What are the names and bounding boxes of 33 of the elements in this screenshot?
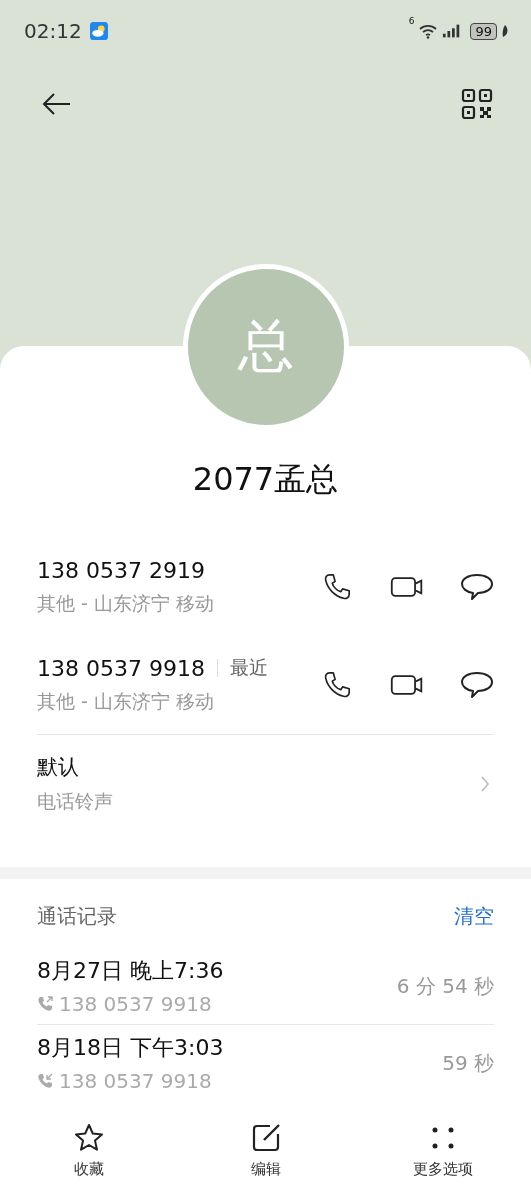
message-icon[interactable] [460, 572, 494, 602]
ringtone-label: 电话铃声 [37, 789, 113, 814]
toolbar-button[interactable]: 更多选项 [354, 1116, 531, 1200]
phone-number[interactable]: 138 0537 2919 [37, 557, 205, 583]
call-date: 8月27日 晚上7:36 [37, 957, 224, 985]
status-time: 02:12 [24, 19, 82, 43]
qr-code-icon[interactable] [461, 88, 493, 120]
ringtone-row[interactable]: 默认 电话铃声 [37, 735, 494, 815]
leaf-icon [501, 24, 509, 38]
call-direction-icon [37, 1073, 53, 1089]
toolbar-button[interactable]: 收藏 [0, 1116, 177, 1200]
contact-name: 2077孟总 [191, 459, 340, 500]
chevron-icon [480, 775, 490, 793]
number-detail: 其他 - 山东济宁 移动 [37, 689, 215, 714]
number-detail: 其他 - 山东济宁 移动 [37, 590, 215, 616]
call-duration: 6 分 54 秒 [396, 972, 494, 1000]
star-icon [72, 1122, 105, 1154]
wifi-icon [418, 23, 439, 39]
battery-indicator: 99 [470, 22, 497, 40]
phone-number[interactable]: 138 0537 9918 [37, 655, 205, 681]
ringtone-value: 默认 [37, 754, 80, 781]
clear-link[interactable]: 清空 [454, 903, 494, 930]
toolbar-button[interactable]: 编辑 [177, 1116, 354, 1200]
call-duration: 59 秒 [442, 1049, 494, 1077]
section-title: 通话记录 [37, 903, 117, 930]
wifi-label: 6 [408, 16, 415, 26]
call-number: 138 0537 9918 [59, 992, 212, 1016]
weather-icon [89, 22, 108, 40]
message-icon[interactable] [460, 670, 494, 700]
recent-tag: 最近 [229, 655, 268, 681]
call-direction-icon [37, 996, 53, 1012]
call-number: 138 0537 9918 [59, 1069, 212, 1093]
call-date: 8月18日 下午3:03 [37, 1034, 224, 1062]
